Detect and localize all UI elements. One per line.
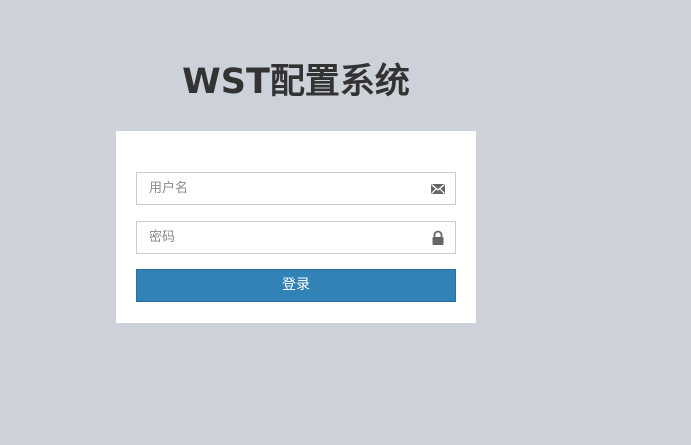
username-field-wrapper bbox=[136, 172, 456, 205]
username-input[interactable] bbox=[137, 173, 429, 204]
login-button[interactable]: 登录 bbox=[136, 269, 456, 302]
envelope-icon bbox=[430, 181, 446, 197]
login-panel: 登录 bbox=[116, 131, 476, 323]
lock-icon bbox=[430, 230, 446, 246]
page-title: WST配置系统 bbox=[182, 62, 410, 102]
password-input[interactable] bbox=[137, 222, 429, 253]
password-field-wrapper bbox=[136, 221, 456, 254]
